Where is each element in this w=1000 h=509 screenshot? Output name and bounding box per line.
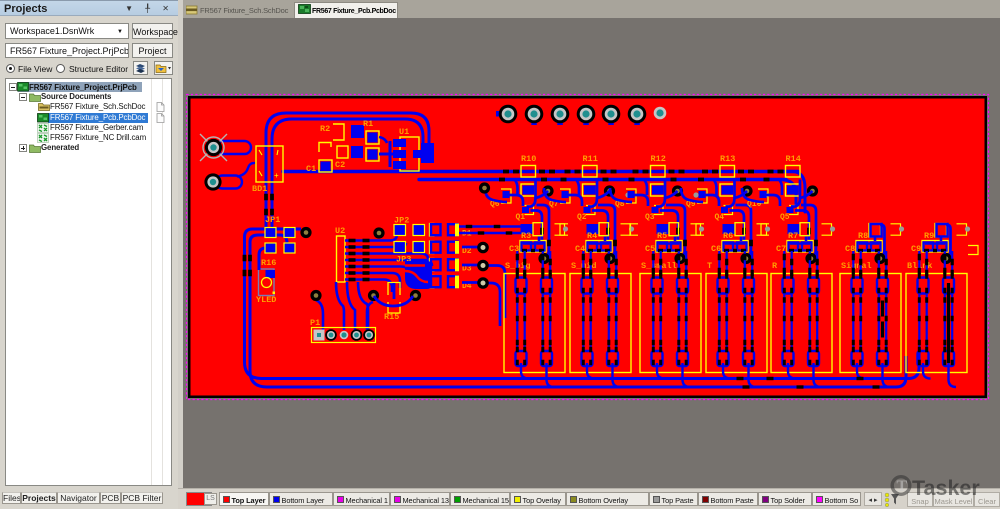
svg-text:Q1: Q1 bbox=[516, 213, 526, 222]
svg-text:Tasker: Tasker bbox=[912, 476, 980, 500]
svg-text:R8: R8 bbox=[858, 231, 868, 241]
svg-text:Q4: Q4 bbox=[715, 213, 725, 222]
svg-text:R16: R16 bbox=[261, 258, 276, 268]
svg-text:R15: R15 bbox=[384, 312, 399, 322]
svg-text:R3: R3 bbox=[521, 231, 531, 241]
svg-text:T: T bbox=[707, 261, 712, 271]
svg-text:R6: R6 bbox=[723, 231, 733, 241]
svg-text:R12: R12 bbox=[651, 154, 666, 164]
svg-text:YLED: YLED bbox=[256, 295, 276, 305]
svg-text:U2: U2 bbox=[335, 226, 345, 236]
svg-text:U1: U1 bbox=[399, 127, 409, 137]
svg-text:R4: R4 bbox=[587, 231, 597, 241]
svg-text:R: R bbox=[772, 261, 778, 271]
svg-text:R1: R1 bbox=[363, 119, 373, 129]
svg-text:R9: R9 bbox=[924, 231, 934, 241]
svg-text:BD1: BD1 bbox=[252, 184, 267, 194]
svg-text:R2: R2 bbox=[320, 124, 330, 134]
svg-text:S_small: S_small bbox=[641, 261, 677, 271]
svg-text:C2: C2 bbox=[335, 160, 345, 170]
svg-text:R13: R13 bbox=[720, 154, 735, 164]
svg-text:R14: R14 bbox=[786, 154, 801, 164]
svg-text:R11: R11 bbox=[583, 154, 598, 164]
svg-text:JP1: JP1 bbox=[265, 215, 280, 225]
svg-text:Q2: Q2 bbox=[577, 213, 587, 222]
svg-text:Q5: Q5 bbox=[780, 213, 790, 222]
svg-text:R5: R5 bbox=[657, 231, 667, 241]
svg-text:+: + bbox=[274, 171, 279, 180]
svg-text:Q3: Q3 bbox=[645, 213, 655, 222]
svg-text:P1: P1 bbox=[310, 318, 320, 328]
svg-text:T: T bbox=[897, 478, 908, 495]
svg-text:R7: R7 bbox=[788, 231, 798, 241]
svg-text:Signal: Signal bbox=[841, 261, 872, 271]
svg-text:C1: C1 bbox=[306, 164, 316, 174]
svg-text:R10: R10 bbox=[521, 154, 536, 164]
